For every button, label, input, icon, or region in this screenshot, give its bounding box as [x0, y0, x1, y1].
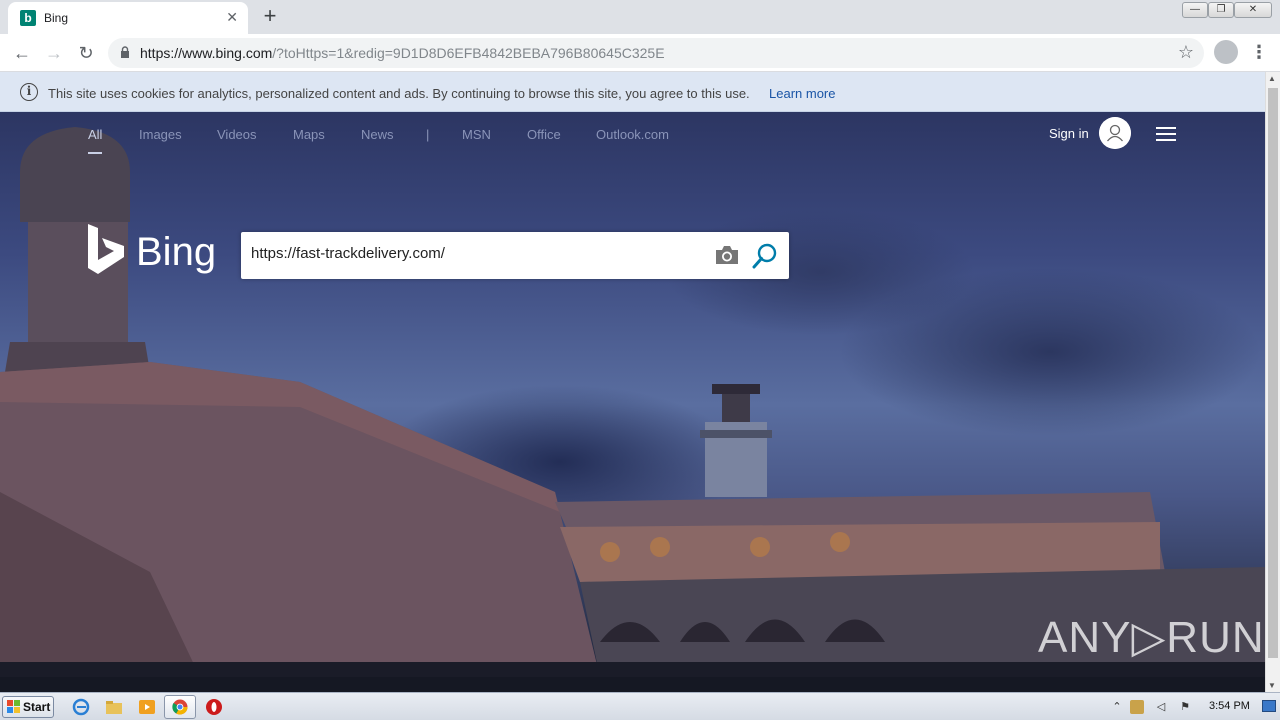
back-button[interactable]: ←	[10, 41, 34, 65]
bing-logo-icon	[88, 224, 124, 274]
show-desktop-icon[interactable]	[1262, 700, 1276, 712]
tray-expand-icon[interactable]: ⌃	[1110, 700, 1124, 714]
minimize-button[interactable]: —	[1182, 2, 1208, 18]
tray-clock[interactable]: 3:54 PM	[1209, 700, 1250, 712]
page-scrollbar[interactable]: ▲ ▼	[1265, 72, 1280, 692]
network-flag-icon[interactable]: ⚑	[1178, 700, 1192, 714]
nav-news[interactable]: News	[361, 127, 394, 142]
scroll-down-icon[interactable]: ▼	[1268, 681, 1276, 690]
nav-office[interactable]: Office	[527, 127, 561, 142]
tab-bing[interactable]: b Bing ✕	[8, 2, 248, 34]
browser-menu-icon[interactable]: ⋮	[1250, 42, 1268, 62]
nav-msn[interactable]: MSN	[462, 127, 491, 142]
nav-active-underline	[88, 152, 102, 154]
url-host: https://www.bing.com	[140, 45, 273, 61]
url-text: https://www.bing.com/?toHttps=1&redig=9D…	[140, 45, 665, 61]
tab-strip: b Bing ✕ + — ❐ ✕	[0, 0, 1280, 34]
lock-icon	[121, 46, 129, 58]
page-footer-strip	[0, 677, 1265, 692]
close-window-button[interactable]: ✕	[1234, 2, 1272, 18]
internet-explorer-icon[interactable]	[72, 698, 90, 716]
chrome-icon	[172, 699, 188, 715]
media-player-icon[interactable]	[138, 698, 156, 716]
new-tab-button[interactable]: +	[258, 4, 282, 28]
browser-toolbar: ← → ↻ https://www.bing.com/?toHttps=1&re…	[0, 34, 1280, 72]
opera-icon[interactable]	[205, 698, 223, 716]
bing-wordmark: Bing	[136, 230, 217, 274]
nav-all[interactable]: All	[88, 127, 102, 142]
action-center-icon[interactable]	[1130, 700, 1144, 714]
file-explorer-icon[interactable]	[105, 698, 123, 716]
forward-button[interactable]: →	[42, 41, 66, 65]
windows-taskbar: Start ⌃ ◁ ⚑ 3:54 PM	[0, 692, 1280, 720]
start-button[interactable]: Start	[2, 696, 54, 718]
tab-title: Bing	[44, 11, 69, 25]
search-box[interactable]	[241, 232, 789, 279]
windows-logo-icon	[7, 700, 20, 713]
fortress-background-image	[0, 127, 1265, 677]
nav-outlook[interactable]: Outlook.com	[596, 127, 669, 142]
page-viewport: i This site uses cookies for analytics, …	[0, 72, 1265, 677]
tab-close-icon[interactable]: ✕	[226, 9, 238, 26]
cookie-banner-text: This site uses cookies for analytics, pe…	[48, 86, 750, 101]
address-bar[interactable]: https://www.bing.com/?toHttps=1&redig=9D…	[108, 38, 1204, 68]
cookie-banner: i This site uses cookies for analytics, …	[0, 72, 1265, 112]
scroll-up-icon[interactable]: ▲	[1268, 74, 1276, 83]
reload-button[interactable]: ↻	[74, 41, 98, 65]
camera-icon[interactable]	[714, 244, 740, 266]
sign-in-link[interactable]: Sign in	[1049, 126, 1089, 141]
nav-videos[interactable]: Videos	[217, 127, 257, 142]
volume-icon[interactable]: ◁	[1154, 700, 1168, 714]
restore-button[interactable]: ❐	[1208, 2, 1234, 18]
nav-images[interactable]: Images	[139, 127, 182, 142]
scroll-thumb[interactable]	[1268, 88, 1278, 658]
search-input[interactable]	[251, 245, 701, 262]
info-icon: i	[20, 83, 38, 101]
user-avatar-icon[interactable]	[1099, 117, 1131, 149]
profile-avatar-icon[interactable]	[1214, 40, 1238, 64]
url-path: /?toHttps=1&redig=9D1D8D6EFB4842BEBA796B…	[272, 45, 665, 61]
nav-divider: |	[426, 127, 430, 142]
bookmark-star-icon[interactable]: ☆	[1178, 42, 1194, 63]
learn-more-link[interactable]: Learn more	[769, 86, 835, 101]
search-icon[interactable]	[751, 242, 779, 270]
chrome-taskbar-button[interactable]	[164, 695, 196, 719]
start-label: Start	[23, 700, 51, 714]
hamburger-menu-icon[interactable]	[1156, 127, 1176, 141]
anyrun-watermark: ANY▷RUN	[1038, 613, 1265, 662]
bing-favicon-icon: b	[20, 10, 36, 26]
nav-maps[interactable]: Maps	[293, 127, 325, 142]
